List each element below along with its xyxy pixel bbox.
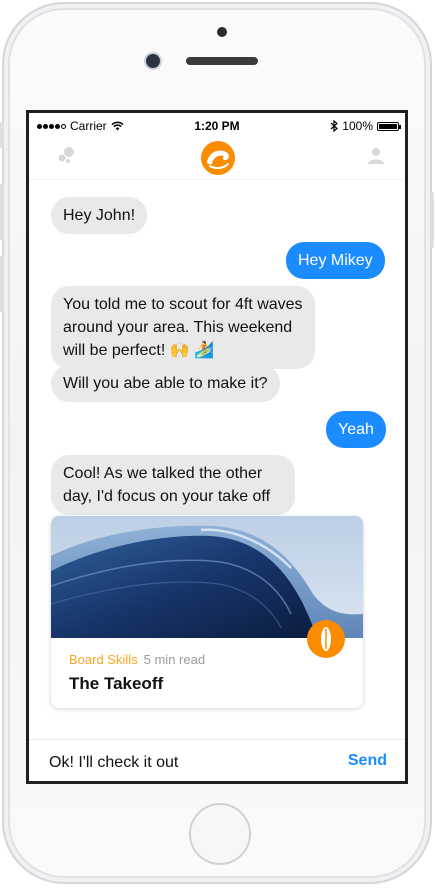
power-button	[430, 192, 434, 248]
article-read-time: 5 min read	[143, 652, 206, 667]
volume-up-button	[0, 184, 4, 240]
article-card[interactable]: Board Skills 5 min read The Takeoff	[51, 516, 363, 708]
person-icon[interactable]	[367, 147, 385, 165]
article-title: The Takeoff	[69, 674, 164, 693]
message-bubble-incoming: You told me to scout for 4ft waves aroun…	[51, 286, 315, 369]
message-bubble-outgoing: Hey Mikey	[286, 242, 385, 279]
message-bubble-outgoing: Yeah	[326, 411, 386, 448]
volume-down-button	[0, 256, 4, 312]
navigation-bar	[29, 135, 405, 180]
article-meta: Board Skills 5 min read	[69, 652, 205, 667]
status-bar: Carrier 1:20 PM 100%	[29, 113, 405, 133]
home-button[interactable]	[189, 803, 251, 865]
proximity-sensor	[217, 27, 227, 37]
wave-logo-icon[interactable]	[201, 141, 235, 175]
bubbles-icon[interactable]	[57, 146, 77, 164]
message-bubble-incoming: Will you abe able to make it?	[51, 365, 280, 402]
send-button[interactable]: Send	[348, 752, 387, 770]
battery-icon	[377, 121, 401, 131]
message-bubble-incoming: Cool! As we talked the other day, I'd fo…	[51, 455, 295, 515]
article-category: Board Skills	[69, 652, 138, 667]
message-bubble-incoming: Hey John!	[51, 197, 148, 234]
surfboard-icon	[307, 620, 345, 658]
message-input[interactable]	[49, 752, 299, 774]
battery-percent: 100%	[342, 119, 373, 133]
mute-switch	[0, 122, 4, 148]
bluetooth-icon	[330, 120, 339, 132]
front-camera	[146, 54, 160, 68]
composer-bar: Send	[29, 739, 405, 781]
earpiece-speaker	[186, 57, 258, 65]
app-screen: Carrier 1:20 PM 100% Hey John! Hey Mikey…	[26, 110, 408, 784]
